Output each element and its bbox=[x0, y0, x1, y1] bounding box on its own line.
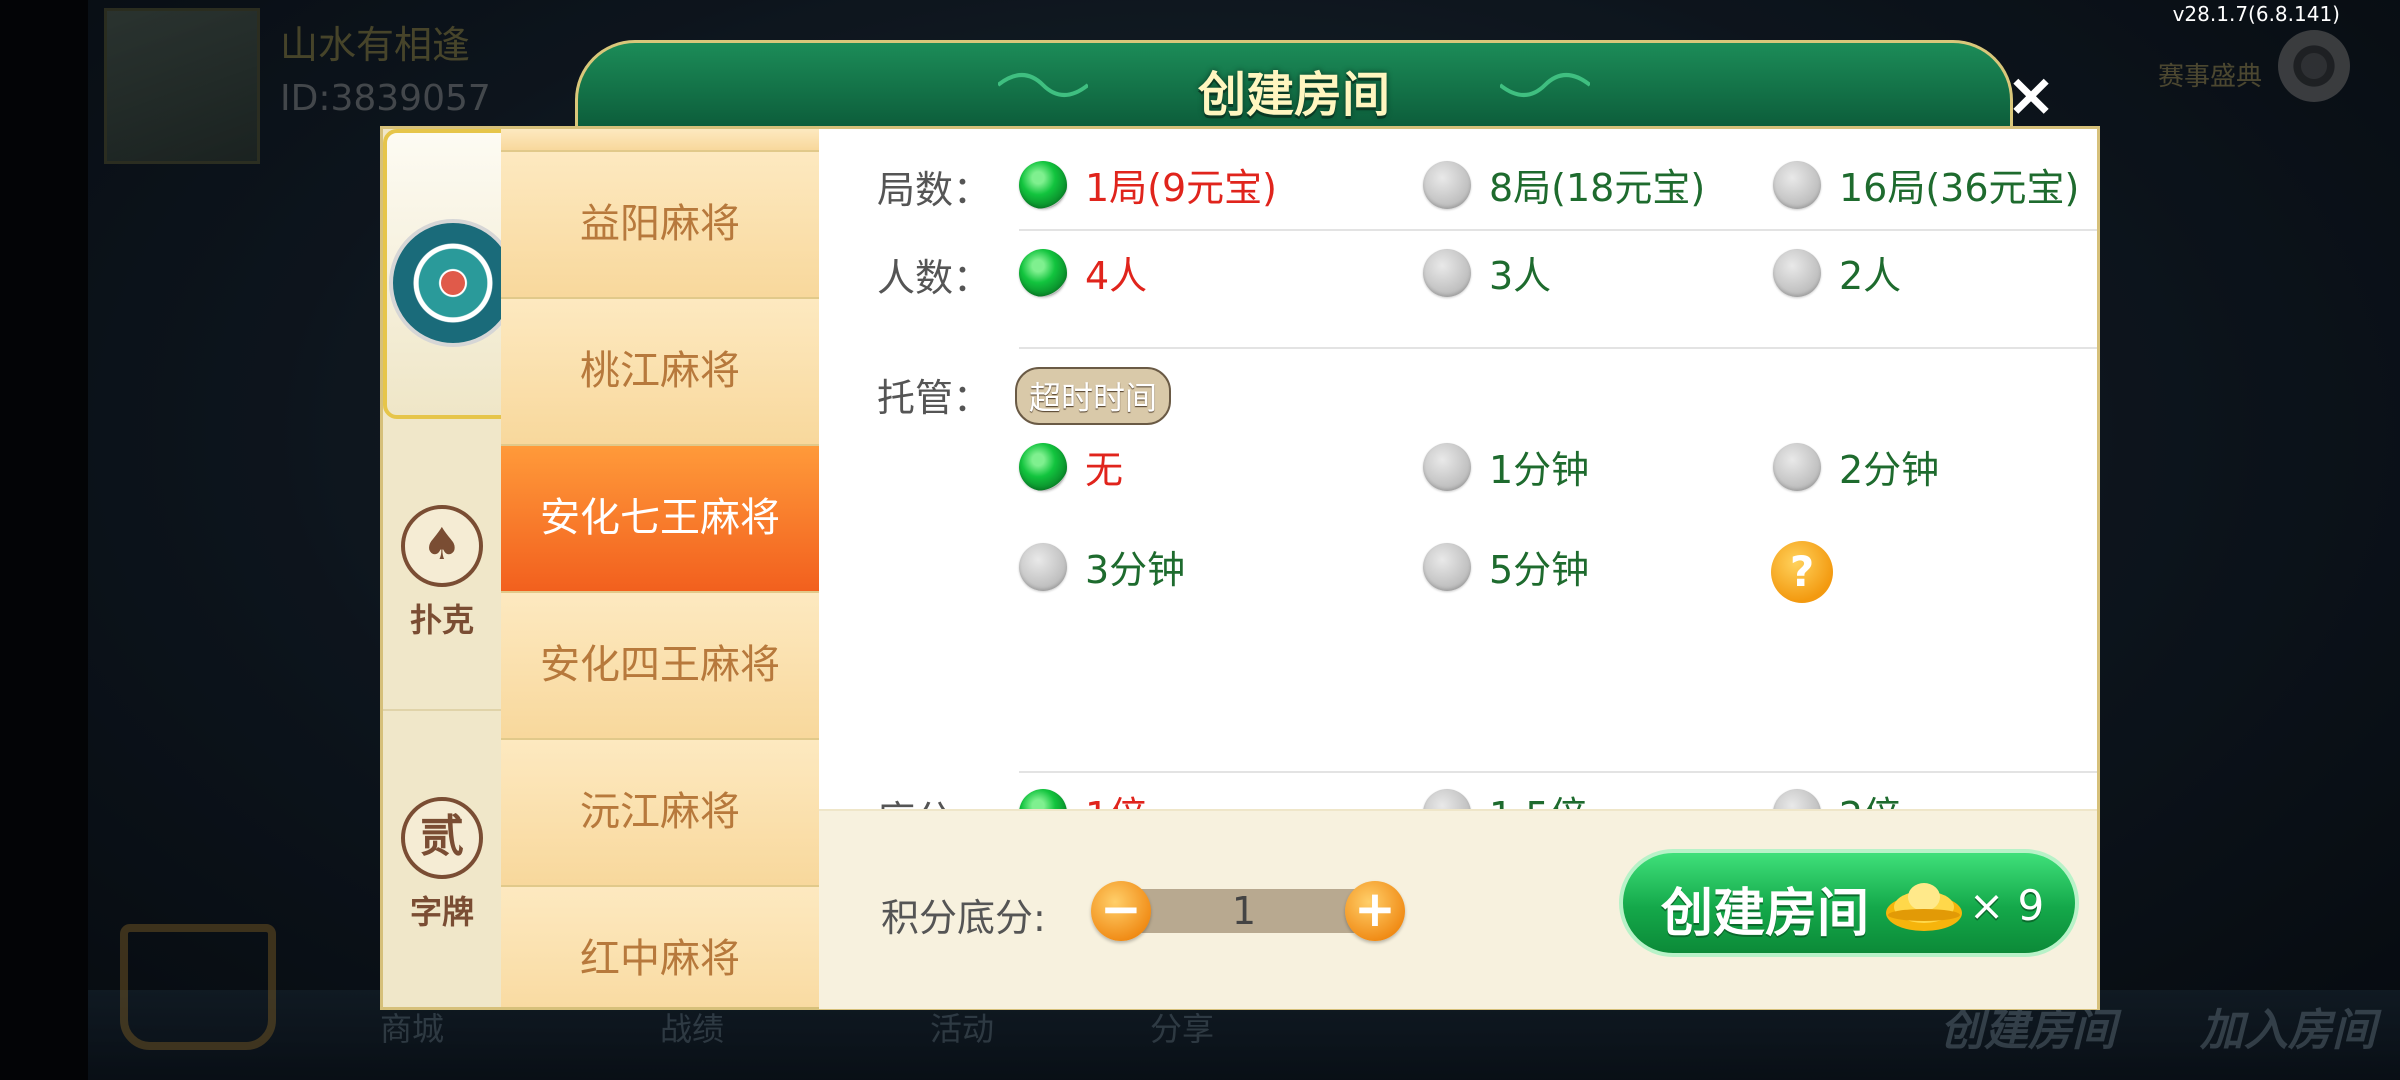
base-option-1-5x[interactable]: 1.5倍 bbox=[1423, 785, 1587, 809]
game-item-anhua-qiwang[interactable]: 安化七王麻将 bbox=[501, 446, 819, 593]
radio-icon bbox=[1423, 160, 1471, 209]
close-button[interactable]: × bbox=[1996, 60, 2066, 130]
radio-icon bbox=[1773, 442, 1821, 491]
radio-icon bbox=[1423, 442, 1471, 491]
score-base-label: 积分底分: bbox=[881, 896, 1046, 940]
score-value: 1 bbox=[1231, 889, 1257, 933]
radio-icon bbox=[1423, 788, 1471, 809]
divider bbox=[1019, 771, 2097, 773]
base-option-1x[interactable]: 1倍 bbox=[1019, 785, 1147, 809]
gold-ingot-icon bbox=[1886, 883, 1962, 931]
timeout-chip: 超时时间 bbox=[1015, 367, 1172, 425]
options-panel: 局数： 1局(9元宝) 8局(18元宝) 16局(36元宝) 人数： 4人 3人… bbox=[819, 129, 2097, 809]
game-list: 益阳麻将 桃江麻将 安化七王麻将 安化四王麻将 沅江麻将 红中麻将 bbox=[501, 129, 819, 1007]
version-label: v28.1.7(6.8.141) bbox=[2172, 2, 2340, 26]
rounds-option-16[interactable]: 16局(36元宝) bbox=[1773, 157, 2079, 212]
category-zipai-tab[interactable]: 贰 字牌 bbox=[383, 711, 501, 1007]
trustee-option-3min[interactable]: 3分钟 bbox=[1019, 539, 1185, 594]
rounds-option-1[interactable]: 1局(9元宝) bbox=[1019, 157, 1277, 212]
players-option-3[interactable]: 3人 bbox=[1423, 245, 1551, 300]
radio-icon bbox=[1773, 160, 1821, 209]
category-sidebar: ♠ 扑克 贰 字牌 bbox=[383, 129, 523, 1007]
players-option-4[interactable]: 4人 bbox=[1019, 245, 1147, 300]
plus-button[interactable]: + bbox=[1345, 881, 1405, 941]
dialog-footer: 积分底分: 1 − + 创建房间 × 9 bbox=[819, 809, 2097, 1009]
score-stepper: 1 − + bbox=[1091, 881, 1405, 941]
rounds-option-8[interactable]: 8局(18元宝) bbox=[1423, 157, 1705, 212]
dialog-title-bar: 创建房间 bbox=[575, 40, 2013, 129]
trustee-help-button[interactable]: ? bbox=[1771, 541, 1833, 603]
radio-icon bbox=[1423, 248, 1471, 297]
base-option-2x[interactable]: 2倍 bbox=[1773, 785, 1901, 809]
create-room-cost: × 9 bbox=[1969, 881, 2045, 930]
game-item-anhua-siwang[interactable]: 安化四王麻将 bbox=[501, 593, 819, 740]
category-poker-tab[interactable]: ♠ 扑克 bbox=[383, 419, 501, 711]
divider bbox=[1019, 229, 2097, 231]
trustee-option-5min[interactable]: 5分钟 bbox=[1423, 539, 1589, 594]
game-item-taojiang[interactable]: 桃江麻将 bbox=[501, 299, 819, 446]
category-poker-label: 扑克 bbox=[409, 601, 474, 639]
radio-selected-icon bbox=[1019, 248, 1067, 297]
dialog-panel: ♠ 扑克 贰 字牌 益阳麻将 桃江麻将 安化七王麻将 安化四王麻将 沅江麻将 红… bbox=[380, 126, 2100, 1010]
zipai-icon: 贰 bbox=[401, 797, 483, 879]
minus-button[interactable]: − bbox=[1091, 881, 1151, 941]
game-item-yiyang[interactable]: 益阳麻将 bbox=[501, 152, 819, 299]
game-item-yuanjiang[interactable]: 沅江麻将 bbox=[501, 740, 819, 887]
help-icon: ? bbox=[1771, 541, 1833, 603]
trustee-label: 托管： bbox=[877, 376, 992, 420]
create-room-button[interactable]: 创建房间 × 9 bbox=[1619, 849, 2079, 957]
mahjong-badge-icon bbox=[389, 219, 517, 347]
radio-selected-icon bbox=[1019, 160, 1067, 209]
players-label: 人数： bbox=[877, 256, 992, 300]
spade-icon: ♠ bbox=[401, 505, 483, 587]
create-room-dialog: 创建房间 × ♠ 扑克 贰 字牌 益阳麻将 桃江麻将 安化七王麻将 安化四王麻将… bbox=[380, 40, 2100, 1010]
trustee-option-none[interactable]: 无 bbox=[1019, 439, 1123, 494]
radio-icon bbox=[1773, 248, 1821, 297]
divider bbox=[1019, 347, 2097, 349]
category-zipai-label: 字牌 bbox=[409, 893, 474, 931]
players-option-2[interactable]: 2人 bbox=[1773, 245, 1901, 300]
trustee-option-2min[interactable]: 2分钟 bbox=[1773, 439, 1939, 494]
dialog-title: 创建房间 bbox=[1197, 67, 1390, 123]
rounds-label: 局数： bbox=[877, 168, 992, 212]
base-score-label: 底分 bbox=[877, 789, 953, 809]
radio-selected-icon bbox=[1019, 788, 1067, 809]
game-list-top-edge bbox=[501, 129, 819, 152]
trustee-option-1min[interactable]: 1分钟 bbox=[1423, 439, 1589, 494]
radio-icon bbox=[1423, 542, 1471, 591]
radio-selected-icon bbox=[1019, 442, 1067, 491]
create-room-label: 创建房间 bbox=[1661, 884, 1870, 944]
game-item-hongzhong[interactable]: 红中麻将 bbox=[501, 887, 819, 1007]
radio-icon bbox=[1019, 542, 1067, 591]
right-ornament-icon bbox=[1500, 73, 1590, 97]
radio-icon bbox=[1773, 788, 1821, 809]
